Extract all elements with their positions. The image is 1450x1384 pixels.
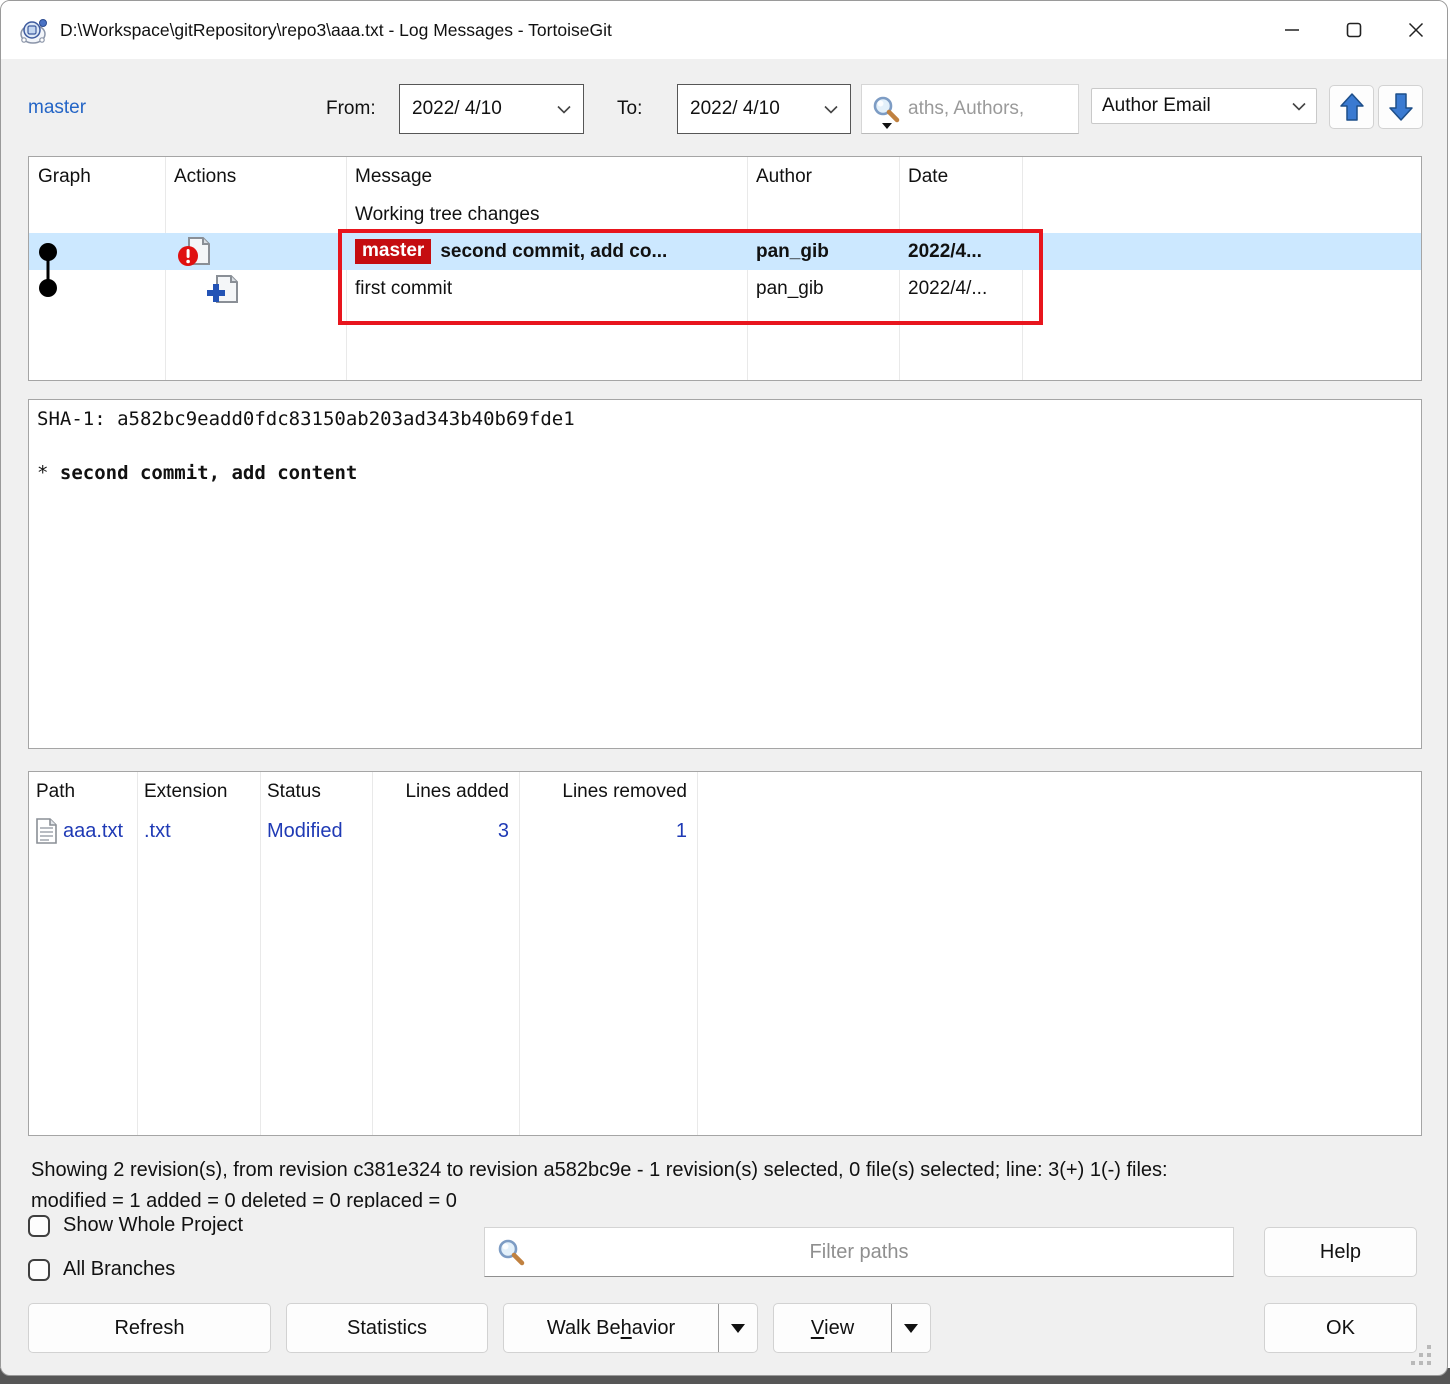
filter-paths-box[interactable] <box>484 1227 1234 1277</box>
resize-grip[interactable] <box>1411 1345 1431 1365</box>
search-field-dropdown[interactable]: Author Email <box>1091 88 1317 124</box>
statistics-label: Statistics <box>347 1317 427 1340</box>
minimize-icon <box>1284 22 1300 38</box>
chevron-down-icon <box>824 105 838 114</box>
modified-file-icon <box>177 236 211 268</box>
added-file-icon <box>205 274 239 306</box>
all-branches-label: All Branches <box>63 1258 175 1281</box>
arrow-down-icon <box>1388 92 1414 122</box>
file-list-header[interactable]: Path Extension Status Lines added Lines … <box>29 772 1421 812</box>
help-label: Help <box>1320 1241 1361 1264</box>
to-label: To: <box>617 98 642 120</box>
ok-button[interactable]: OK <box>1264 1303 1417 1353</box>
commit-row-second-commit[interactable]: master second commit, add co... pan_gib … <box>29 233 1421 270</box>
dropdown-arrow-icon <box>731 1324 745 1333</box>
changed-files-list[interactable]: Path Extension Status Lines added Lines … <box>28 771 1422 1136</box>
commit-list-header[interactable]: Graph Actions Message Author Date <box>29 157 1421 197</box>
commit-list[interactable]: Graph Actions Message Author Date Workin… <box>28 156 1422 381</box>
column-header-message[interactable]: Message <box>346 166 747 188</box>
commit-message-line: * second commit, add content <box>37 460 1413 487</box>
help-button[interactable]: Help <box>1264 1227 1417 1277</box>
log-search-box[interactable] <box>861 84 1079 134</box>
document-icon <box>36 818 57 844</box>
commit-message: first commit <box>346 278 747 300</box>
arrow-up-icon <box>1339 92 1365 122</box>
maximize-button[interactable] <box>1323 1 1385 59</box>
status-summary: Showing 2 revision(s), from revision c38… <box>31 1155 1406 1208</box>
file-status: Modified <box>260 820 372 843</box>
commit-author: pan_gib <box>747 241 899 263</box>
commit-date: 2022/4... <box>899 241 1022 263</box>
column-header-lines-added[interactable]: Lines added <box>372 781 519 803</box>
maximize-icon <box>1346 22 1362 38</box>
chevron-down-icon <box>1292 102 1306 111</box>
column-header-actions[interactable]: Actions <box>165 166 346 188</box>
working-tree-label: Working tree changes <box>346 204 747 226</box>
close-button[interactable] <box>1385 1 1447 59</box>
show-whole-project-option[interactable]: Show Whole Project <box>28 1214 243 1237</box>
column-header-date[interactable]: Date <box>899 166 1022 188</box>
from-date-value: 2022/ 4/10 <box>400 98 557 120</box>
dropdown-arrow-icon <box>904 1324 918 1333</box>
to-date-value: 2022/ 4/10 <box>678 98 824 120</box>
column-header-author[interactable]: Author <box>747 166 899 188</box>
working-tree-row[interactable]: Working tree changes <box>29 197 1421 233</box>
file-path: aaa.txt <box>63 820 123 843</box>
file-lines-removed: 1 <box>519 820 697 843</box>
bullet: * <box>37 462 48 484</box>
search-icon <box>495 1237 527 1269</box>
status-line-2: modified = 1 added = 0 deleted = 0 repla… <box>31 1186 1406 1208</box>
from-label: From: <box>326 98 376 120</box>
revision-graph <box>29 157 165 381</box>
file-extension: .txt <box>137 820 260 843</box>
refresh-label: Refresh <box>114 1317 184 1340</box>
view-button[interactable]: View <box>773 1303 931 1353</box>
minimize-button[interactable] <box>1261 1 1323 59</box>
window-title: D:\Workspace\gitRepository\repo3\aaa.txt… <box>60 20 612 41</box>
view-label: View <box>774 1304 891 1352</box>
commit-detail-pane[interactable]: SHA-1: a582bc9eadd0fdc83150ab203ad343b40… <box>28 399 1422 749</box>
ok-label: OK <box>1326 1317 1355 1340</box>
walk-behavior-button[interactable]: Walk Behavior <box>503 1303 758 1353</box>
all-branches-option[interactable]: All Branches <box>28 1258 175 1281</box>
column-header-path[interactable]: Path <box>29 781 137 803</box>
status-line-1: Showing 2 revision(s), from revision c38… <box>31 1155 1406 1186</box>
branch-badge-master: master <box>355 239 431 264</box>
filter-paths-input[interactable] <box>485 1228 1233 1276</box>
column-header-extension[interactable]: Extension <box>137 781 260 803</box>
window-controls <box>1261 1 1447 59</box>
search-options-arrow-icon[interactable] <box>882 123 892 129</box>
find-previous-button[interactable] <box>1329 85 1374 129</box>
all-branches-checkbox[interactable] <box>28 1259 50 1281</box>
tortoisegit-log-window: D:\Workspace\gitRepository\repo3\aaa.txt… <box>0 0 1448 1376</box>
show-whole-project-checkbox[interactable] <box>28 1215 50 1237</box>
refresh-button[interactable]: Refresh <box>28 1303 271 1353</box>
file-row-aaa-txt[interactable]: aaa.txt .txt Modified 3 1 <box>29 812 1421 850</box>
column-header-status[interactable]: Status <box>260 781 372 803</box>
title-bar[interactable]: D:\Workspace\gitRepository\repo3\aaa.txt… <box>1 1 1447 59</box>
statistics-button[interactable]: Statistics <box>286 1303 488 1353</box>
from-date-picker[interactable]: 2022/ 4/10 <box>399 84 584 134</box>
column-header-lines-removed[interactable]: Lines removed <box>519 781 697 803</box>
find-next-button[interactable] <box>1378 85 1423 129</box>
commit-message: second commit, add co... <box>440 241 667 263</box>
file-lines-added: 3 <box>372 820 519 843</box>
branch-link[interactable]: master <box>28 97 86 119</box>
close-icon <box>1408 22 1424 38</box>
sha1-line: SHA-1: a582bc9eadd0fdc83150ab203ad343b40… <box>37 406 1413 433</box>
desktop: D:\Workspace\gitRepository\repo3\aaa.txt… <box>0 0 1450 1384</box>
show-whole-project-label: Show Whole Project <box>63 1214 243 1237</box>
commit-message-text: second commit, add content <box>60 462 357 484</box>
walk-behavior-menu-arrow[interactable] <box>719 1304 757 1352</box>
walk-behavior-label: Walk Behavior <box>504 1304 718 1352</box>
tortoisegit-app-icon <box>18 14 50 46</box>
commit-author: pan_gib <box>747 278 899 300</box>
view-menu-arrow[interactable] <box>892 1304 930 1352</box>
search-icon <box>870 94 902 126</box>
chevron-down-icon <box>557 105 571 114</box>
search-field-value: Author Email <box>1092 95 1292 117</box>
to-date-picker[interactable]: 2022/ 4/10 <box>677 84 851 134</box>
commit-date: 2022/4/... <box>899 278 1022 300</box>
